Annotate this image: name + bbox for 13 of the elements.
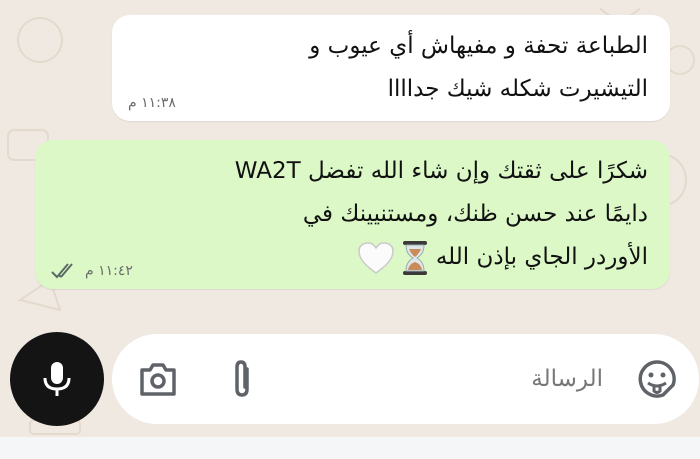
message-text: الطباعة تحفة و مفيهاش أي عيوب و bbox=[309, 25, 648, 68]
hourglass-icon bbox=[402, 240, 428, 274]
message-time: ١١:٤٢ م bbox=[85, 263, 133, 279]
message-text: شكرًا على ثقتك وإن شاء الله تفضل WA2T bbox=[234, 157, 648, 186]
message-text: دايمًا عند حسن ظنك، ومستنيينك في bbox=[302, 200, 648, 229]
message-time: ١١:٣٨ م bbox=[128, 95, 176, 111]
heart-icon bbox=[358, 242, 394, 274]
camera-icon[interactable] bbox=[138, 360, 178, 396]
message-field[interactable]: الرسالة bbox=[308, 364, 605, 392]
microphone-icon bbox=[42, 360, 72, 396]
sticker-icon[interactable] bbox=[637, 358, 677, 398]
message-text: الأوردر الجاي بإذن الله bbox=[436, 241, 648, 272]
message-text: التيشيرت شكله شيك جداااا bbox=[388, 75, 648, 104]
